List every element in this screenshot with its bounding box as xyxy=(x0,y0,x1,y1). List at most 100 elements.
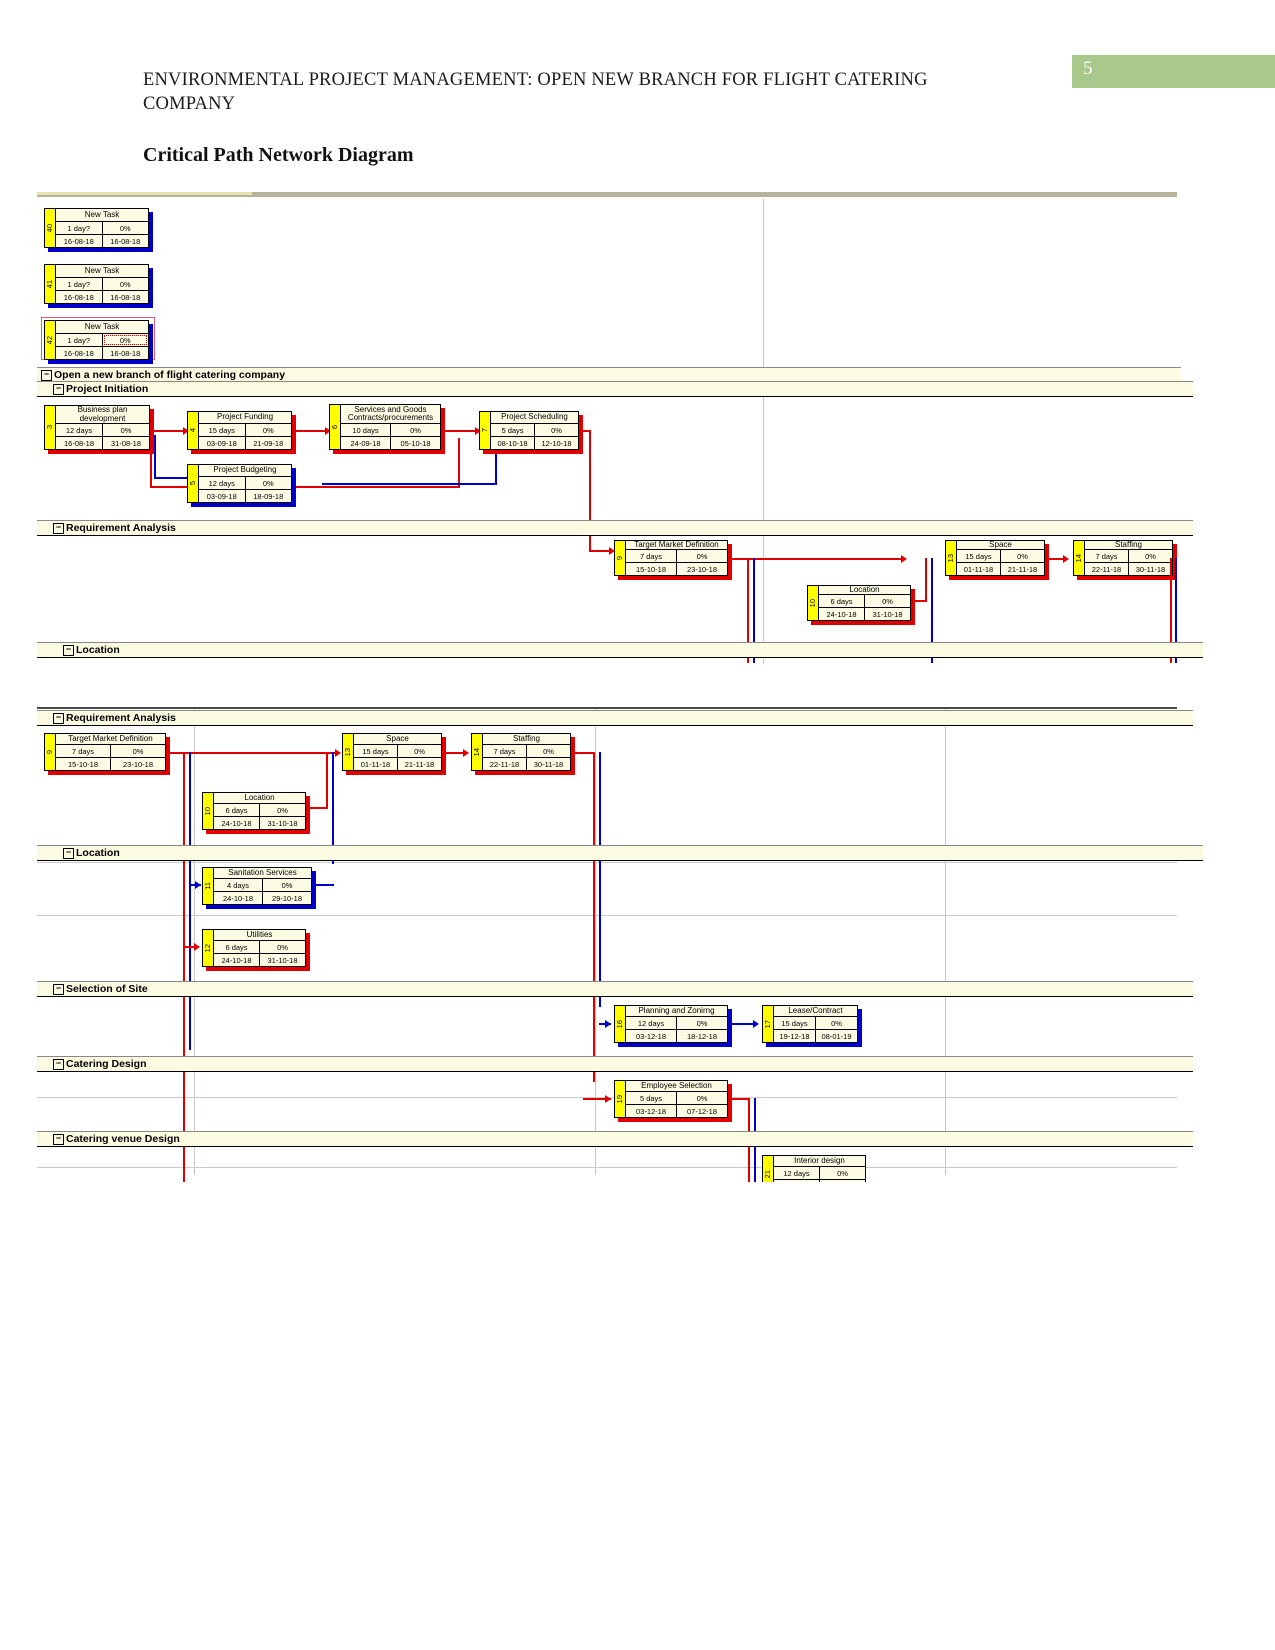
task-name: New Task xyxy=(56,265,148,278)
task-node-frame: 16 Planning and Zonirng 12 days 0% 03-12… xyxy=(614,1005,728,1043)
task-node-body: Staffing 7 days 0% 22-11-18 30-11-18 xyxy=(483,734,570,770)
task-id: 11 xyxy=(203,882,213,890)
task-node-9-lower[interactable]: 9 Target Market Definition 7 days 0% 15-… xyxy=(44,733,170,775)
task-start-date: 01-11-18 xyxy=(354,758,398,770)
task-percent-complete: 0% xyxy=(277,805,288,815)
task-node-17[interactable]: 17 Lease/Contract 15 days 0% 19-12-18 08… xyxy=(762,1005,862,1047)
task-node-frame: 9 Target Market Definition 7 days 0% 15-… xyxy=(614,540,728,576)
collapse-expander-icon[interactable]: − xyxy=(41,369,52,381)
task-node-10-lower[interactable]: 10 Location 6 days 0% 24-10-18 31-10-18 xyxy=(202,792,310,834)
task-node-9-upper[interactable]: 9 Target Market Definition 7 days 0% 15-… xyxy=(614,540,732,580)
group-bar-requirement-analysis-2[interactable]: − Requirement Analysis xyxy=(37,710,1193,726)
task-id: 21 xyxy=(763,1169,773,1179)
task-duration-row: 7 days 0% xyxy=(56,745,165,758)
task-duration-row: 12 days 0% xyxy=(199,477,291,490)
task-dates-row: 03-09-18 21-09-18 xyxy=(199,437,291,449)
document-title-line-1: ENVIRONMENTAL PROJECT MANAGEMENT: OPEN N… xyxy=(143,70,928,90)
task-percent-complete[interactable]: 0% xyxy=(103,334,149,346)
task-dates-row: 03-09-18 18-09-18 xyxy=(199,490,291,502)
task-node-11[interactable]: 11 Sanitation Services 4 days 0% 24-10-1… xyxy=(202,867,316,909)
task-node-7[interactable]: 7 Project Scheduling 5 days 0% 08-10-18 … xyxy=(479,411,583,454)
task-duration: 7 days xyxy=(1085,550,1129,563)
task-node-body: Project Scheduling 5 days 0% 08-10-18 12… xyxy=(491,412,578,449)
task-node-41[interactable]: 41 New Task 1 day? 0% 16-08-18 16-08-18 xyxy=(44,264,153,308)
task-duration: 6 days xyxy=(819,595,865,608)
collapse-expander-icon[interactable]: − xyxy=(53,983,64,995)
task-node-13-upper[interactable]: 13 Space 15 days 0% 01-11-18 21-11-18 xyxy=(945,540,1049,580)
task-node-4[interactable]: 4 Project Funding 15 days 0% 03-09-18 21… xyxy=(187,411,296,454)
task-name: Project Scheduling xyxy=(491,412,578,424)
task-duration-row: 1 day? 0% xyxy=(56,334,148,347)
group-bar-catering-venue-design[interactable]: − Catering venue Design xyxy=(37,1131,1193,1147)
group-bar-project-initiation[interactable]: − Project Initiation xyxy=(37,381,1193,397)
diagram-top-rule-highlight xyxy=(37,192,252,195)
task-start-date: 03-09-18 xyxy=(199,437,246,449)
link-10-to-13-lower-h xyxy=(306,807,328,809)
group-bar-location-upper[interactable]: − Location xyxy=(37,642,1203,658)
group-bar-selection-of-site[interactable]: − Selection of Site xyxy=(37,981,1193,997)
task-start-date: 22-11-18 xyxy=(483,758,527,770)
task-duration-row: 12 days 0% xyxy=(774,1167,865,1180)
document-title-line-2: COMPANY xyxy=(143,93,236,114)
task-name: Business plan development xyxy=(56,405,149,424)
group-bar-location-2[interactable]: − Location xyxy=(37,845,1203,861)
task-node-40[interactable]: 40 New Task 1 day? 0% 16-08-18 16-08-18 xyxy=(44,208,153,252)
collapse-expander-icon[interactable]: − xyxy=(63,644,74,656)
task-node-6[interactable]: 6 Services and Goods Contracts/procureme… xyxy=(329,404,445,454)
task-node-frame: 6 Services and Goods Contracts/procureme… xyxy=(329,404,441,450)
task-id-column: 40 xyxy=(45,209,56,247)
task-node-19[interactable]: 19 Employee Selection 5 days 0% 03-12-18… xyxy=(614,1080,732,1122)
group-label: Catering venue Design xyxy=(66,1133,180,1145)
task-node-13-lower[interactable]: 13 Space 15 days 0% 01-11-18 21-11-18 xyxy=(342,733,446,775)
collapse-expander-icon[interactable]: − xyxy=(53,522,64,534)
task-node-body: Staffing 7 days 0% 22-11-18 30-11-18 xyxy=(1085,540,1172,575)
collapse-expander-icon[interactable]: − xyxy=(53,712,64,724)
task-id: 12 xyxy=(203,943,213,953)
task-dates-row: 19-12-18 08-01-19 xyxy=(774,1030,857,1042)
task-id-column: 17 xyxy=(763,1006,774,1042)
task-percent-complete: 0% xyxy=(1017,551,1028,561)
task-name: Target Market Definition xyxy=(626,540,727,551)
task-node-5[interactable]: 5 Project Budgeting 12 days 0% 03-09-18 … xyxy=(187,464,296,507)
task-node-10-upper[interactable]: 10 Location 6 days 0% 24-10-18 31-10-18 xyxy=(807,585,915,625)
task-duration: 12 days xyxy=(626,1017,677,1029)
collapse-expander-icon[interactable]: − xyxy=(53,383,64,395)
group-bar-requirement-analysis[interactable]: − Requirement Analysis xyxy=(37,520,1193,536)
task-percent-complete: 0% xyxy=(410,425,421,435)
task-node-frame: 7 Project Scheduling 5 days 0% 08-10-18 … xyxy=(479,411,579,450)
collapse-expander-icon[interactable]: − xyxy=(53,1058,64,1070)
task-node-14-upper[interactable]: 14 Staffing 7 days 0% 22-11-18 30-11-18 xyxy=(1073,540,1177,580)
link-10-to-13-v xyxy=(925,558,927,602)
collapse-expander-icon[interactable]: − xyxy=(63,847,74,859)
task-dates-row: 16-08-18 16-08-18 xyxy=(56,291,148,303)
task-name: Project Budgeting xyxy=(199,465,291,477)
task-node-42[interactable]: 42 New Task 1 day? 0% 16-08-18 16-08-18 xyxy=(44,320,153,364)
task-name: Lease/Contract xyxy=(774,1006,857,1017)
task-id: 9 xyxy=(615,555,625,561)
task-percent-complete: 0% xyxy=(837,1168,848,1178)
task-duration: 4 days xyxy=(214,879,263,891)
task-finish-date: 08-01-19 xyxy=(821,1031,852,1041)
task-node-3[interactable]: 3 Business plan development 12 days 0% 1… xyxy=(44,405,154,454)
task-node-14-lower[interactable]: 14 Staffing 7 days 0% 22-11-18 30-11-18 xyxy=(471,733,575,775)
task-node-body: Employee Selection 5 days 0% 03-12-18 07… xyxy=(626,1081,727,1117)
task-node-16[interactable]: 16 Planning and Zonirng 12 days 0% 03-12… xyxy=(614,1005,732,1047)
task-duration-row: 6 days 0% xyxy=(214,941,305,954)
task-duration: 12 days xyxy=(199,477,246,489)
task-node-12[interactable]: 12 Utilities 6 days 0% 24-10-18 31-10-18 xyxy=(202,929,310,971)
task-dates-row: 16-08-18 16-08-18 xyxy=(56,347,148,359)
collapse-expander-icon[interactable]: − xyxy=(53,1133,64,1145)
group-bar-catering-design[interactable]: − Catering Design xyxy=(37,1056,1193,1072)
task-duration: 15 days xyxy=(957,550,1001,563)
task-duration: 15 days xyxy=(199,424,246,436)
link-arrow xyxy=(753,1020,759,1028)
task-dates-row: 15-10-18 23-10-18 xyxy=(626,563,727,575)
task-name: Space xyxy=(957,540,1044,551)
task-name: Utilities xyxy=(214,930,305,941)
task-duration: 6 days xyxy=(214,941,260,953)
task-duration-row: 6 days 0% xyxy=(214,804,305,817)
task-dates-row: 22-11-18 30-11-18 xyxy=(483,758,570,770)
task-id: 17 xyxy=(763,1019,773,1029)
task-node-body: Utilities 6 days 0% 24-10-18 31-10-18 xyxy=(214,930,305,966)
task-finish-date: 23-10-18 xyxy=(686,564,718,574)
